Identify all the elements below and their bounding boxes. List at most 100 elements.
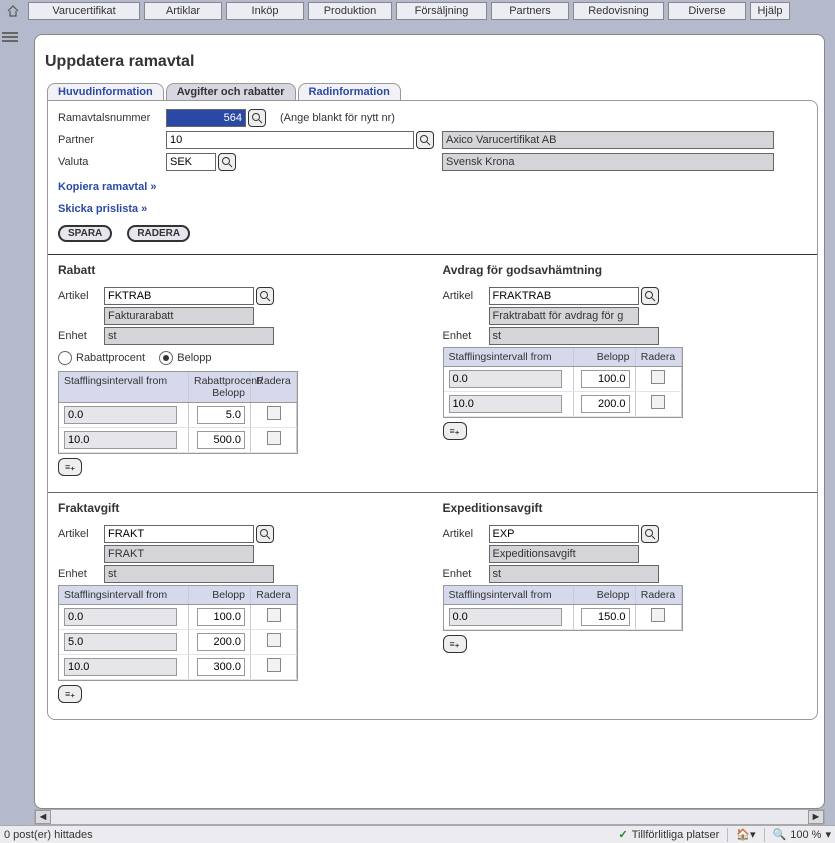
ramavtalsnummer-input[interactable] bbox=[166, 109, 246, 127]
partner-input[interactable] bbox=[166, 131, 414, 149]
menu-inköp[interactable]: Inköp bbox=[226, 2, 304, 20]
value-input[interactable] bbox=[581, 370, 629, 388]
enhet-label: Enhet bbox=[443, 568, 489, 580]
value-input[interactable] bbox=[197, 608, 245, 626]
artikel-lookup-icon[interactable] bbox=[641, 287, 659, 305]
section-frakt: FraktavgiftArtikelFRAKTEnhetstStafflings… bbox=[48, 493, 433, 719]
col-radera: Radera bbox=[636, 348, 682, 366]
partner-label: Partner bbox=[58, 134, 166, 146]
section-title: Fraktavgift bbox=[58, 501, 421, 515]
artikel-label: Artikel bbox=[58, 290, 104, 302]
home-icon[interactable] bbox=[4, 2, 22, 20]
delete-checkbox[interactable] bbox=[651, 370, 665, 384]
value-input[interactable] bbox=[197, 431, 245, 449]
add-row-button[interactable]: ≡₊ bbox=[58, 458, 82, 476]
add-row-button[interactable]: ≡₊ bbox=[443, 422, 467, 440]
tab-1[interactable]: Avgifter och rabatter bbox=[166, 83, 296, 100]
valuta-input[interactable] bbox=[166, 153, 216, 171]
form-panel: Ramavtalsnummer (Ange blankt för nytt nr… bbox=[47, 100, 818, 720]
artikel-code-input[interactable] bbox=[104, 525, 254, 543]
menu-hjälp[interactable]: Hjälp bbox=[750, 2, 790, 20]
menu-partners[interactable]: Partners bbox=[491, 2, 569, 20]
menu-varucertifikat[interactable]: Varucertifikat bbox=[28, 2, 140, 20]
value-input[interactable] bbox=[197, 406, 245, 424]
menu-produktion[interactable]: Produktion bbox=[308, 2, 392, 20]
security-icon[interactable]: 🏠▾ bbox=[736, 828, 755, 841]
delete-checkbox[interactable] bbox=[267, 658, 281, 672]
from-input[interactable] bbox=[449, 608, 562, 626]
from-input[interactable] bbox=[449, 395, 562, 413]
menu-försäljning[interactable]: Försäljning bbox=[396, 2, 487, 20]
copy-framework-link[interactable]: Kopiera ramavtal » bbox=[58, 181, 807, 193]
artikel-code-input[interactable] bbox=[489, 525, 639, 543]
section-title: Rabatt bbox=[58, 263, 421, 277]
sidebar-grip-icon[interactable] bbox=[2, 30, 18, 54]
section-title: Avdrag för godsavhämtning bbox=[443, 263, 806, 277]
zoom-dropdown-icon[interactable]: ▾ bbox=[825, 828, 831, 841]
from-input[interactable] bbox=[64, 608, 177, 626]
from-input[interactable] bbox=[64, 431, 177, 449]
tab-2[interactable]: Radinformation bbox=[298, 83, 401, 100]
delete-checkbox[interactable] bbox=[267, 406, 281, 420]
horizontal-scrollbar[interactable]: ◄ ► bbox=[34, 809, 825, 825]
add-row-button[interactable]: ≡₊ bbox=[58, 685, 82, 703]
partner-name-display: Axico Varucertifikat AB bbox=[442, 131, 774, 149]
value-input[interactable] bbox=[197, 633, 245, 651]
section-avdrag: Avdrag för godsavhämtningArtikelFraktrab… bbox=[433, 255, 818, 493]
from-input[interactable] bbox=[64, 406, 177, 424]
value-input[interactable] bbox=[581, 395, 629, 413]
value-input[interactable] bbox=[197, 658, 245, 676]
menu-artiklar[interactable]: Artiklar bbox=[144, 2, 222, 20]
staffling-table: Stafflingsintervall fromBeloppRadera bbox=[443, 347, 683, 418]
col-from: Stafflingsintervall from bbox=[444, 586, 574, 604]
table-row bbox=[59, 605, 297, 630]
from-input[interactable] bbox=[449, 370, 562, 388]
artikel-name-display: Fraktrabatt för avdrag för g bbox=[489, 307, 639, 325]
scroll-left-icon[interactable]: ◄ bbox=[35, 810, 51, 824]
artikel-code-input[interactable] bbox=[489, 287, 639, 305]
header-form: Ramavtalsnummer (Ange blankt för nytt nr… bbox=[48, 101, 817, 255]
table-row bbox=[59, 655, 297, 680]
artikel-lookup-icon[interactable] bbox=[256, 525, 274, 543]
partner-lookup-icon[interactable] bbox=[416, 131, 434, 149]
table-row bbox=[444, 392, 682, 417]
table-row bbox=[59, 428, 297, 453]
delete-button[interactable]: RADERA bbox=[127, 225, 190, 242]
radio-rabattprocent[interactable] bbox=[58, 351, 72, 365]
status-trust: Tillförlitliga platser bbox=[632, 829, 720, 841]
artikel-name-display: Expeditionsavgift bbox=[489, 545, 639, 563]
table-row bbox=[59, 403, 297, 428]
tab-0[interactable]: Huvudinformation bbox=[47, 83, 164, 100]
delete-checkbox[interactable] bbox=[267, 431, 281, 445]
valuta-lookup-icon[interactable] bbox=[218, 153, 236, 171]
page-title: Uppdatera ramavtal bbox=[35, 35, 824, 83]
status-bar: 0 post(er) hittades ✓ Tillförlitliga pla… bbox=[0, 825, 835, 843]
col-radera: Radera bbox=[251, 372, 297, 402]
enhet-label: Enhet bbox=[58, 330, 104, 342]
scroll-right-icon[interactable]: ► bbox=[808, 810, 824, 824]
artikel-lookup-icon[interactable] bbox=[641, 525, 659, 543]
ramavtalsnummer-lookup-icon[interactable] bbox=[248, 109, 266, 127]
value-input[interactable] bbox=[581, 608, 629, 626]
artikel-code-input[interactable] bbox=[104, 287, 254, 305]
col-val: Belopp bbox=[574, 586, 636, 604]
add-row-button[interactable]: ≡₊ bbox=[443, 635, 467, 653]
enhet-display: st bbox=[104, 565, 274, 583]
from-input[interactable] bbox=[64, 633, 177, 651]
from-input[interactable] bbox=[64, 658, 177, 676]
delete-checkbox[interactable] bbox=[651, 608, 665, 622]
staffling-table: Stafflingsintervall fromRabattprocent/ B… bbox=[58, 371, 298, 454]
delete-checkbox[interactable] bbox=[267, 633, 281, 647]
delete-checkbox[interactable] bbox=[651, 395, 665, 409]
delete-checkbox[interactable] bbox=[267, 608, 281, 622]
radio-belopp[interactable] bbox=[159, 351, 173, 365]
artikel-lookup-icon[interactable] bbox=[256, 287, 274, 305]
main-panel: Uppdatera ramavtal HuvudinformationAvgif… bbox=[34, 34, 825, 809]
staffling-table: Stafflingsintervall fromBeloppRadera bbox=[58, 585, 298, 681]
menu-redovisning[interactable]: Redovisning bbox=[573, 2, 664, 20]
menu-diverse[interactable]: Diverse bbox=[668, 2, 746, 20]
valuta-name-display: Svensk Krona bbox=[442, 153, 774, 171]
save-button[interactable]: SPARA bbox=[58, 225, 112, 242]
send-pricelist-link[interactable]: Skicka prislista » bbox=[58, 203, 807, 215]
zoom-icon[interactable]: 🔍 bbox=[773, 828, 787, 841]
